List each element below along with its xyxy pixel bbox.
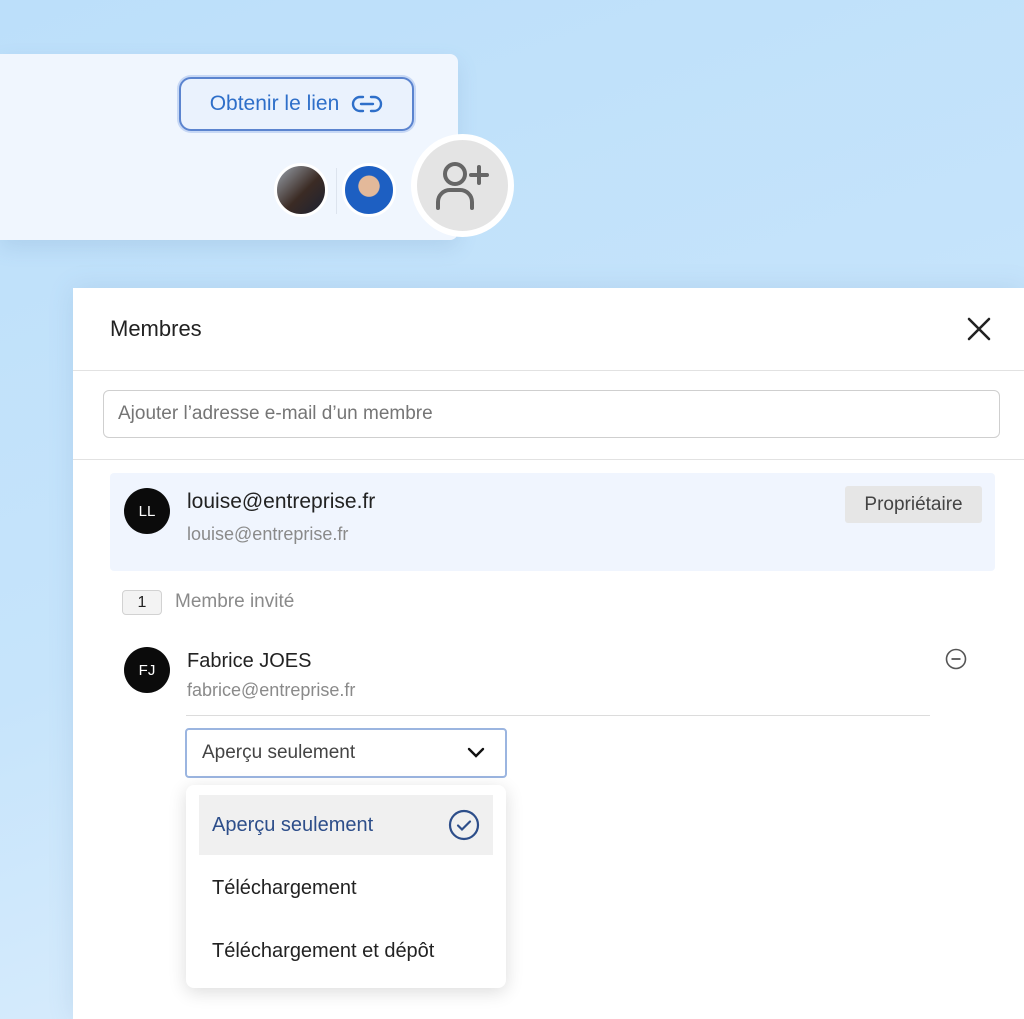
owner-email: louise@entreprise.fr — [187, 524, 348, 545]
permission-menu: Aperçu seulement Téléchargement Téléchar… — [186, 785, 506, 988]
option-label: Téléchargement et dépôt — [212, 940, 434, 963]
member-avatar: FJ — [124, 647, 170, 693]
member-email-input[interactable] — [103, 390, 1000, 438]
option-label: Aperçu seulement — [212, 814, 373, 837]
owner-avatar: LL — [124, 488, 170, 534]
member-avatar-man[interactable] — [342, 163, 396, 217]
invited-label: Membre invité — [175, 591, 294, 613]
link-icon — [351, 94, 383, 114]
owner-role-badge: Propriétaire — [845, 486, 982, 523]
members-panel: Membres LL louise@entreprise.fr louise@e… — [73, 288, 1024, 1019]
check-circle-icon — [448, 809, 480, 841]
permission-select[interactable]: Aperçu seulement — [185, 728, 507, 778]
remove-member-icon[interactable] — [945, 648, 967, 670]
divider — [73, 370, 1024, 371]
permission-selected: Aperçu seulement — [202, 742, 355, 764]
user-plus-icon — [435, 161, 491, 211]
permission-option-download[interactable]: Téléchargement — [199, 858, 493, 918]
owner-row: LL louise@entreprise.fr louise@entrepris… — [110, 473, 995, 571]
option-label: Téléchargement — [212, 877, 357, 900]
chevron-down-icon — [467, 747, 485, 759]
member-avatar-woman[interactable] — [274, 163, 328, 217]
divider — [186, 715, 930, 716]
avatar-divider — [336, 168, 337, 214]
permission-option-download-upload[interactable]: Téléchargement et dépôt — [199, 921, 493, 981]
permission-option-preview[interactable]: Aperçu seulement — [199, 795, 493, 855]
close-icon[interactable] — [966, 316, 992, 342]
add-member-button[interactable] — [411, 134, 514, 237]
owner-name: louise@entreprise.fr — [187, 490, 375, 514]
panel-title: Membres — [110, 316, 202, 342]
get-link-label: Obtenir le lien — [210, 92, 340, 116]
invited-count-badge: 1 — [122, 590, 162, 615]
member-name: Fabrice JOES — [187, 650, 311, 673]
member-email: fabrice@entreprise.fr — [187, 680, 355, 701]
get-link-button[interactable]: Obtenir le lien — [179, 77, 414, 131]
divider — [73, 459, 1024, 460]
